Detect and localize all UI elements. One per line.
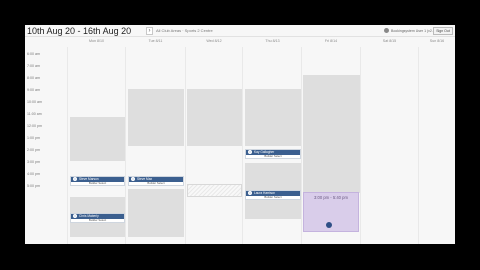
unavailable-block — [187, 89, 242, 146]
column-divider — [418, 47, 419, 244]
column-divider — [67, 47, 68, 244]
booking-subtitle: Builder Select — [264, 195, 282, 199]
hour-label: 2:00 pm — [27, 148, 40, 152]
day-header-mon: Mon 8/10 — [89, 39, 104, 43]
booking-subtitle: Builder Select — [264, 154, 282, 158]
unavailable-block — [245, 89, 301, 146]
drag-handle-icon[interactable] — [326, 222, 332, 228]
day-header-sat: Sat 8/15 — [382, 39, 397, 43]
column-divider — [360, 47, 361, 244]
column-divider — [185, 47, 186, 244]
booking-subtitle: Builder Select — [88, 218, 107, 222]
user-icon — [384, 28, 389, 33]
unavailable-block — [303, 75, 360, 193]
booking-card[interactable]: Kay Gallagher Builder Select — [245, 149, 301, 159]
booking-subtitle: Builder Select — [88, 181, 107, 185]
area-filter[interactable]: All Club Areas · Sports 2 Centre — [156, 28, 213, 34]
avatar-icon — [73, 177, 77, 181]
booking-card[interactable]: Steve Max Builder Select — [128, 176, 184, 186]
unavailable-block — [70, 117, 125, 161]
hour-label: 4:00 pm — [27, 172, 40, 176]
column-divider — [301, 47, 302, 244]
day-header-wed: Wed 8/12 — [206, 39, 222, 43]
week-range-title: 10th Aug 20 - 16th Aug 20 — [27, 26, 132, 36]
unavailable-block — [128, 189, 184, 237]
day-header-tue: Tue 8/11 — [148, 39, 163, 43]
next-week-button[interactable]: › — [146, 27, 153, 35]
avatar-icon — [248, 191, 252, 195]
sign-out-button[interactable]: Sign Out — [433, 27, 453, 35]
hour-label: 3:00 pm — [27, 160, 40, 164]
hour-label: 12:00 pm — [27, 124, 42, 128]
hour-label: 5:00 pm — [27, 184, 40, 188]
week-grid[interactable]: Mon 8/10 Tue 8/11 Wed 8/12 Thu 8/13 Fri … — [25, 37, 455, 244]
avatar-icon — [73, 214, 77, 218]
hour-label: 6:00 am — [27, 52, 40, 56]
day-header-thu: Thu 8/13 — [265, 39, 280, 43]
column-divider — [242, 47, 243, 244]
hour-label: 1:00 pm — [27, 136, 40, 140]
selected-time-slot[interactable]: 3:00 pm - 5:40 pm — [303, 192, 359, 232]
hour-label: 8:00 am — [27, 76, 40, 80]
day-header-sun: Sun 8/16 — [429, 39, 445, 43]
column-divider — [125, 47, 126, 244]
user-name: Bookingsystem User 1 (v2.4.8) — [391, 29, 439, 33]
hour-label: 11:00 am — [27, 112, 42, 116]
hour-label: 7:00 am — [27, 64, 40, 68]
booking-card[interactable]: Steve Marson Builder Select — [70, 176, 125, 186]
booking-card[interactable]: Chris Maberly Builder Select — [70, 213, 125, 223]
booking-subtitle: Builder Select — [147, 181, 165, 185]
unavailable-block — [128, 89, 184, 146]
avatar-icon — [131, 177, 135, 181]
calendar-toolbar: 10th Aug 20 - 16th Aug 20 ‹ › All Club A… — [25, 25, 455, 37]
day-header-fri: Fri 8/14 — [324, 39, 338, 43]
avatar-icon — [248, 150, 252, 154]
hour-label: 9:00 am — [27, 88, 40, 92]
blocked-slot — [187, 184, 242, 197]
booking-card[interactable]: Laura Harrison Builder Select — [245, 190, 301, 200]
selected-slot-time: 3:00 pm - 5:40 pm — [314, 195, 348, 200]
hour-label: 10:00 am — [27, 100, 42, 104]
calendar-app: 10th Aug 20 - 16th Aug 20 ‹ › All Club A… — [25, 25, 455, 244]
